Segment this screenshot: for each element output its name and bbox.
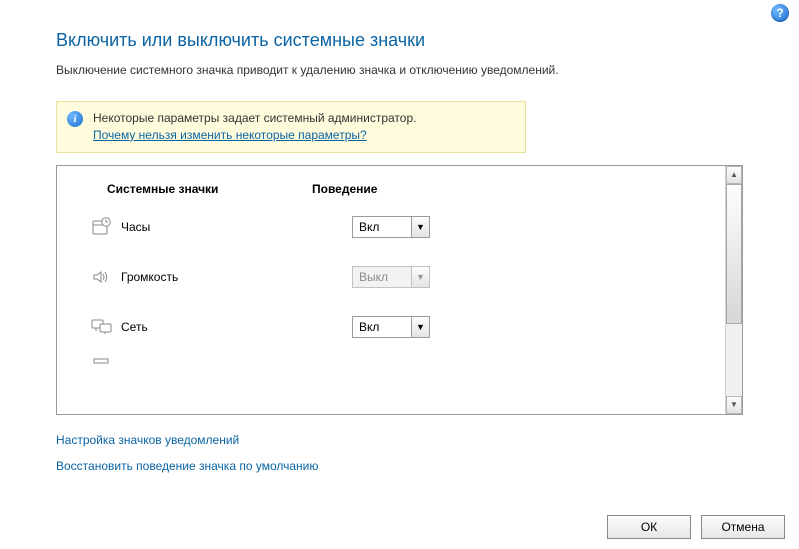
info-text-block: Некоторые параметры задает системный адм… <box>93 110 416 144</box>
list-header: Системные значки Поведение <box>57 166 725 202</box>
list-item-network: Сеть Вкл ▼ <box>57 302 725 352</box>
icons-list-frame: Системные значки Поведение Часы <box>56 165 743 415</box>
list-item-volume: Громкость Выкл ▼ <box>57 252 725 302</box>
ok-button[interactable]: ОК <box>607 515 691 539</box>
select-value: Выкл <box>353 267 411 287</box>
restore-defaults-link[interactable]: Восстановить поведение значка по умолчан… <box>56 459 743 473</box>
page-subtitle: Выключение системного значка приводит к … <box>56 63 743 77</box>
scroll-thumb[interactable] <box>726 184 742 324</box>
scroll-track[interactable] <box>726 184 742 396</box>
behavior-select-volume: Выкл ▼ <box>352 266 430 288</box>
footer-buttons: ОК Отмена <box>607 515 785 539</box>
scrollbar[interactable]: ▲ ▼ <box>725 166 743 414</box>
list-item-label: Сеть <box>107 320 352 334</box>
icons-list: Системные значки Поведение Часы <box>57 166 725 414</box>
select-value: Вкл <box>353 217 411 237</box>
column-header-icons: Системные значки <box>57 182 312 196</box>
behavior-select-clock[interactable]: Вкл ▼ <box>352 216 430 238</box>
network-icon <box>57 318 107 336</box>
info-link[interactable]: Почему нельзя изменить некоторые парамет… <box>93 128 367 142</box>
cancel-button[interactable]: Отмена <box>701 515 785 539</box>
behavior-select-network[interactable]: Вкл ▼ <box>352 316 430 338</box>
select-value: Вкл <box>353 317 411 337</box>
generic-icon <box>57 358 107 364</box>
links-block: Настройка значков уведомлений Восстанови… <box>56 433 743 473</box>
customize-link[interactable]: Настройка значков уведомлений <box>56 433 743 447</box>
clock-icon <box>57 217 107 237</box>
column-header-behavior: Поведение <box>312 182 725 196</box>
info-icon: i <box>67 111 83 127</box>
list-item-label: Громкость <box>107 270 352 284</box>
chevron-down-icon: ▼ <box>411 217 429 237</box>
list-item-label: Часы <box>107 220 352 234</box>
chevron-down-icon: ▼ <box>411 267 429 287</box>
page-title: Включить или выключить системные значки <box>56 30 743 51</box>
list-item-partial <box>57 352 725 364</box>
scroll-up-button[interactable]: ▲ <box>726 166 742 184</box>
list-item-clock: Часы Вкл ▼ <box>57 202 725 252</box>
main-panel: Включить или выключить системные значки … <box>0 0 799 473</box>
help-icon[interactable]: ? <box>771 4 789 22</box>
admin-info-bar: i Некоторые параметры задает системный а… <box>56 101 526 153</box>
chevron-down-icon: ▼ <box>411 317 429 337</box>
info-message: Некоторые параметры задает системный адм… <box>93 111 416 125</box>
scroll-down-button[interactable]: ▼ <box>726 396 742 414</box>
volume-icon <box>57 267 107 287</box>
